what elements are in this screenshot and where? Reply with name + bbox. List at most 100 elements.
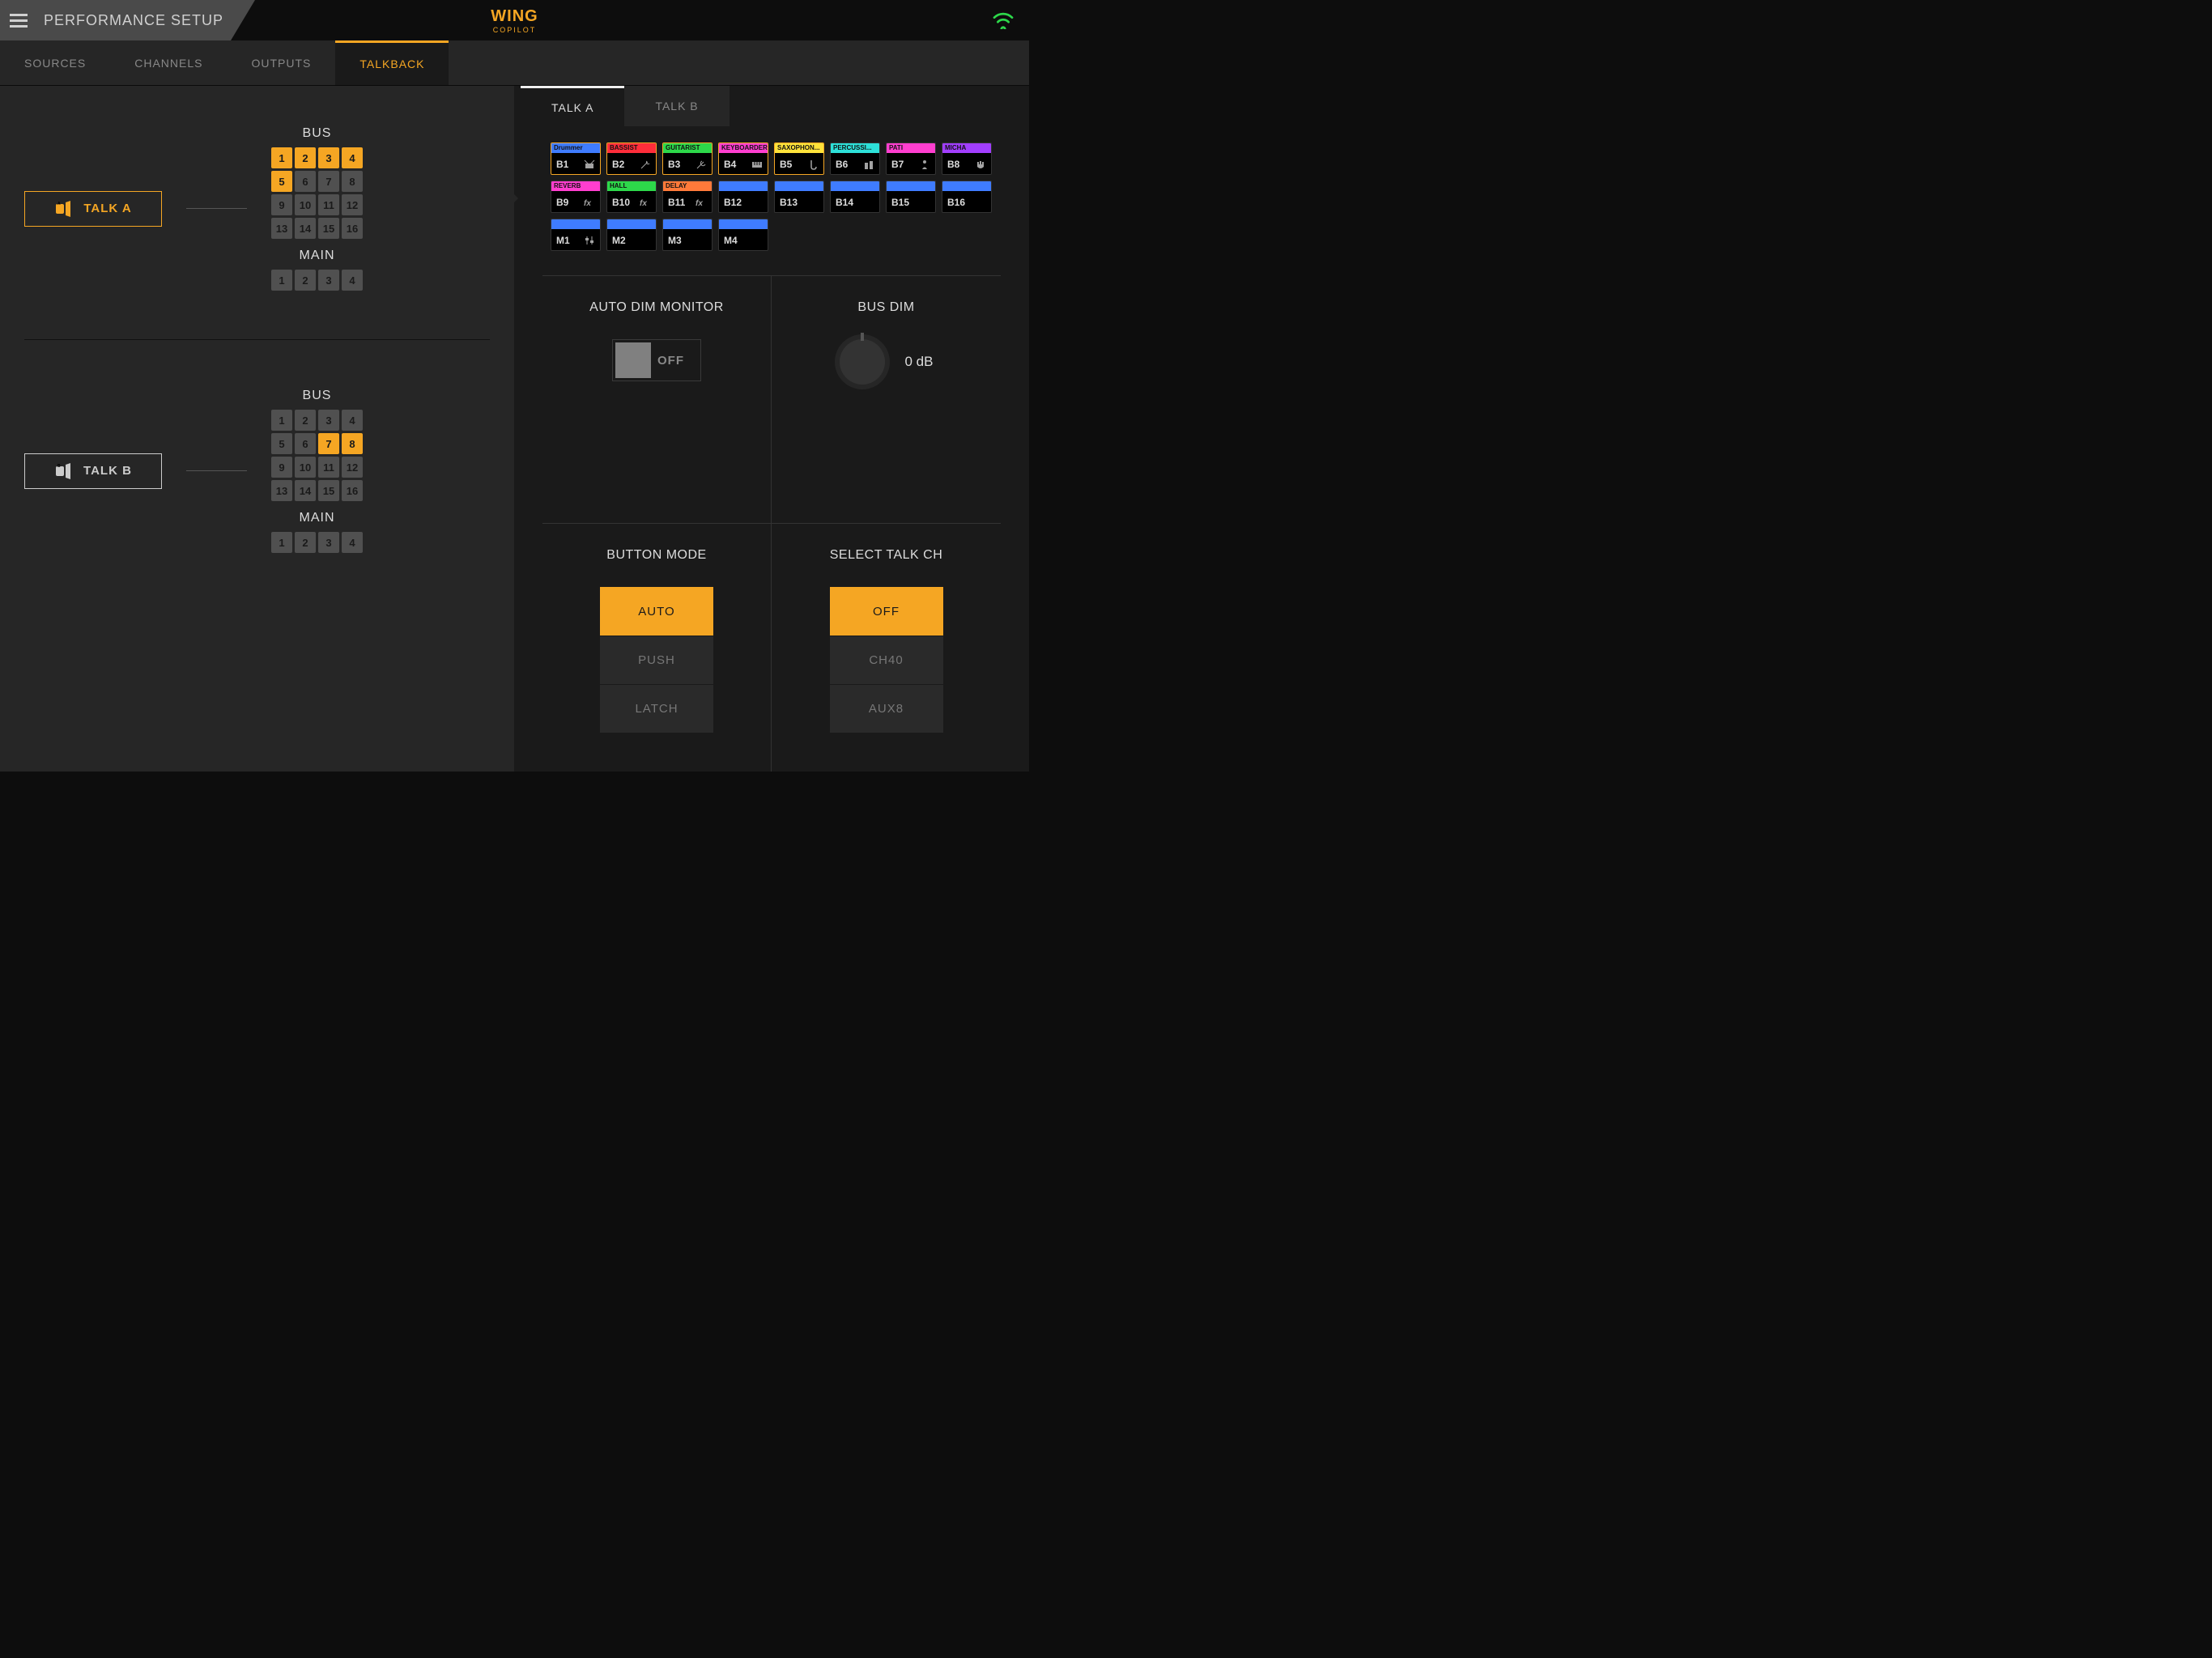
bus-tile-M4[interactable]: M4 (718, 219, 768, 251)
bus-cell-3[interactable]: 3 (318, 410, 339, 431)
bus-tile-B13[interactable]: B13 (774, 181, 824, 213)
bus-tile-B2[interactable]: BASSIST B2 (606, 142, 657, 175)
bus-cell-10[interactable]: 10 (295, 194, 316, 215)
bus-cell-16[interactable]: 16 (342, 218, 363, 239)
bus-cell-6[interactable]: 6 (295, 171, 316, 192)
bus-tile-M1[interactable]: M1 (551, 219, 601, 251)
option-auto[interactable]: AUTO (600, 587, 713, 636)
bus-cell-15[interactable]: 15 (318, 218, 339, 239)
option-off[interactable]: OFF (830, 587, 943, 636)
bus-cell-12[interactable]: 12 (342, 457, 363, 478)
bus-cell-1[interactable]: 1 (271, 410, 292, 431)
bus-tile-B11[interactable]: DELAY B11fx (662, 181, 713, 213)
bus-cell-14[interactable]: 14 (295, 480, 316, 501)
bus-cell-8[interactable]: 8 (342, 171, 363, 192)
bus-cell-7[interactable]: 7 (318, 433, 339, 454)
bus-label-a: BUS (271, 126, 363, 141)
bus-cell-3[interactable]: 3 (318, 147, 339, 168)
menu-icon[interactable] (10, 14, 28, 28)
svg-text:fx: fx (584, 199, 591, 208)
bus-cell-13[interactable]: 13 (271, 480, 292, 501)
bus-tile-B15[interactable]: B15 (886, 181, 936, 213)
option-push[interactable]: PUSH (600, 636, 713, 684)
bus-cell-4[interactable]: 4 (342, 147, 363, 168)
tile-id: B1 (556, 159, 568, 170)
bus-dim-knob[interactable] (840, 339, 885, 385)
bus-tile-B1[interactable]: Drummer B1 (551, 142, 601, 175)
brand-main: WING (491, 7, 538, 26)
fx-icon: fx (640, 197, 651, 208)
option-latch[interactable]: LATCH (600, 684, 713, 733)
bus-tile-B9[interactable]: REVERB B9fx (551, 181, 601, 213)
tab-talkback[interactable]: TALKBACK (335, 40, 449, 85)
right-tab-talk-b[interactable]: TALK B (624, 86, 729, 126)
bus-cell-4[interactable]: 4 (342, 270, 363, 291)
bus-cell-2[interactable]: 2 (295, 147, 316, 168)
bus-tile-B6[interactable]: PERCUSSI... B6 (830, 142, 880, 175)
bus-cell-11[interactable]: 11 (318, 457, 339, 478)
bus-cell-3[interactable]: 3 (318, 270, 339, 291)
bus-tile-B5[interactable]: SAXOPHON... B5 (774, 142, 824, 175)
voc-icon (919, 159, 930, 170)
bus-cell-2[interactable]: 2 (295, 410, 316, 431)
tab-sources[interactable]: SOURCES (0, 40, 110, 85)
bus-tile-M2[interactable]: M2 (606, 219, 657, 251)
bus-tile-B3[interactable]: GUITARIST B3 (662, 142, 713, 175)
bus-tile-B14[interactable]: B14 (830, 181, 880, 213)
bus-cell-9[interactable]: 9 (271, 194, 292, 215)
section-divider (24, 339, 490, 340)
tab-outputs[interactable]: OUTPUTS (227, 40, 335, 85)
drum-icon (584, 159, 595, 170)
tile-id: B6 (836, 159, 848, 170)
bus-cell-5[interactable]: 5 (271, 433, 292, 454)
tile-id: B5 (780, 159, 792, 170)
bus-cell-14[interactable]: 14 (295, 218, 316, 239)
tile-name: HALL (607, 181, 656, 191)
auto-dim-toggle[interactable]: OFF (612, 339, 701, 381)
bus-cell-3[interactable]: 3 (318, 532, 339, 553)
bus-cell-16[interactable]: 16 (342, 480, 363, 501)
right-panel: TALK ATALK B Drummer B1 BASSIST B2 GUITA… (514, 86, 1029, 772)
bus-dim-panel: BUS DIM 0 dB (772, 276, 1001, 524)
bus-cell-2[interactable]: 2 (295, 532, 316, 553)
svg-text:A: A (57, 202, 62, 206)
bus-tile-M3[interactable]: M3 (662, 219, 713, 251)
fx-icon: fx (696, 197, 707, 208)
bus-cell-2[interactable]: 2 (295, 270, 316, 291)
bus-cell-12[interactable]: 12 (342, 194, 363, 215)
right-tab-talk-a[interactable]: TALK A (521, 86, 624, 126)
bus-cell-9[interactable]: 9 (271, 457, 292, 478)
tile-name (719, 219, 768, 229)
bus-cell-1[interactable]: 1 (271, 532, 292, 553)
main-tabs: SOURCESCHANNELSOUTPUTSTALKBACK (0, 40, 1029, 86)
bus-tile-B10[interactable]: HALL B10fx (606, 181, 657, 213)
bus-cell-15[interactable]: 15 (318, 480, 339, 501)
bus-cell-7[interactable]: 7 (318, 171, 339, 192)
bus-cell-6[interactable]: 6 (295, 433, 316, 454)
tile-name (607, 219, 656, 229)
tile-name (663, 219, 712, 229)
tile-name (551, 219, 600, 229)
bus-cell-1[interactable]: 1 (271, 270, 292, 291)
bus-cell-13[interactable]: 13 (271, 218, 292, 239)
talk-a-button[interactable]: A TALK A (24, 191, 162, 227)
bus-cell-5[interactable]: 5 (271, 171, 292, 192)
tile-id: B16 (947, 197, 965, 208)
bus-tile-B12[interactable]: B12 (718, 181, 768, 213)
option-aux8[interactable]: AUX8 (830, 684, 943, 733)
bus-cell-4[interactable]: 4 (342, 532, 363, 553)
svg-text:B: B (57, 464, 62, 469)
bus-tile-B8[interactable]: MICHA B8 (942, 142, 992, 175)
option-ch40[interactable]: CH40 (830, 636, 943, 684)
bus-tile-B16[interactable]: B16 (942, 181, 992, 213)
tab-channels[interactable]: CHANNELS (110, 40, 227, 85)
bus-cell-8[interactable]: 8 (342, 433, 363, 454)
bus-tile-B7[interactable]: PATI B7 (886, 142, 936, 175)
select-talk-panel: SELECT TALK CH OFFCH40AUX8 (772, 524, 1001, 772)
bus-cell-10[interactable]: 10 (295, 457, 316, 478)
talk-b-button[interactable]: B TALK B (24, 453, 162, 489)
bus-cell-1[interactable]: 1 (271, 147, 292, 168)
bus-tile-B4[interactable]: KEYBOARDER B4 (718, 142, 768, 175)
bus-cell-4[interactable]: 4 (342, 410, 363, 431)
bus-cell-11[interactable]: 11 (318, 194, 339, 215)
